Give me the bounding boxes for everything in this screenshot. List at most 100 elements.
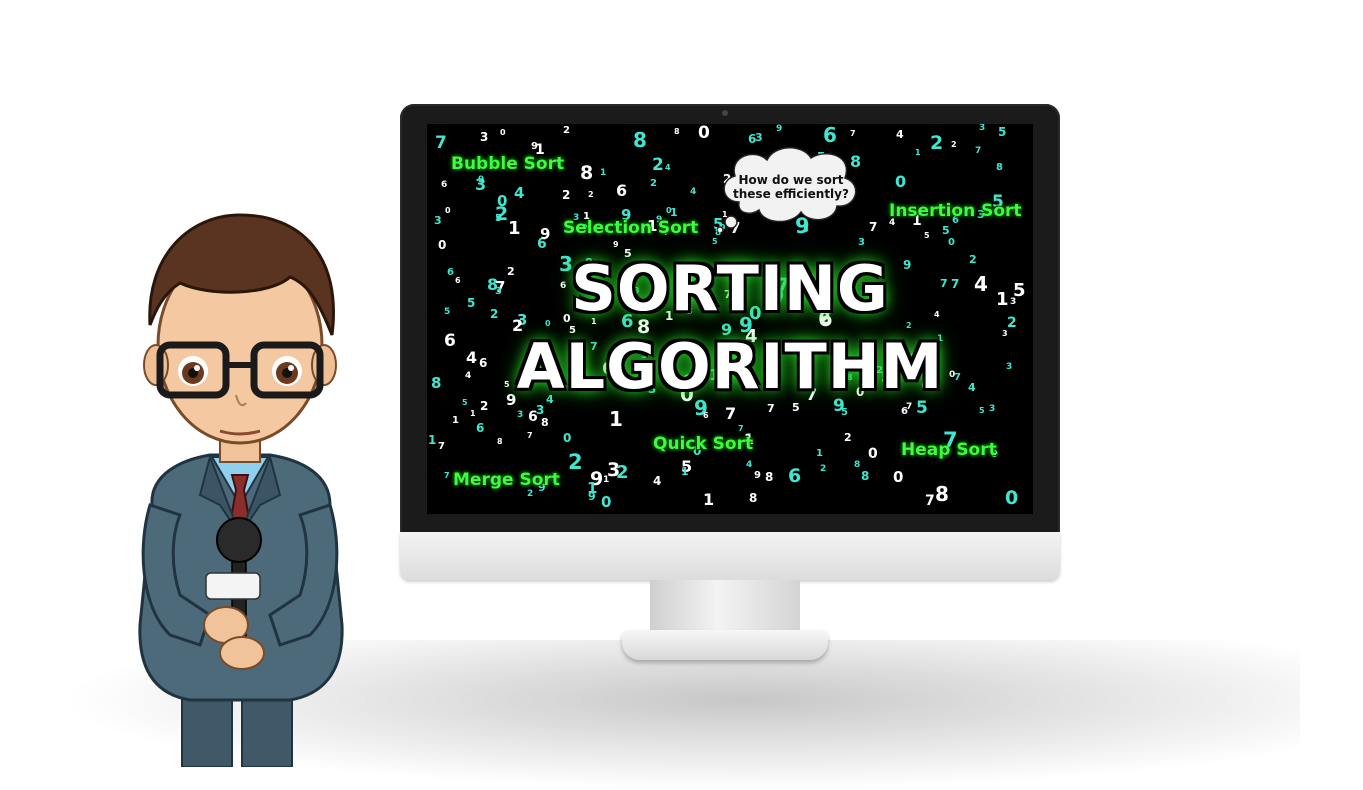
digit: 8 <box>861 469 870 483</box>
digit: 5 <box>998 125 1007 139</box>
digit: 1 <box>703 490 715 509</box>
digit: 2 <box>844 431 852 444</box>
digit: 0 <box>601 493 612 511</box>
digit: 8 <box>996 162 1003 173</box>
digit: 9 <box>613 240 619 249</box>
digit: 7 <box>925 493 935 509</box>
digit: 7 <box>767 402 775 415</box>
digit: 8 <box>935 482 949 506</box>
digit: 4 <box>653 474 662 488</box>
digit: 8 <box>633 128 647 152</box>
reporter-character-icon <box>138 213 344 767</box>
digit: 1 <box>681 465 689 478</box>
monitor-stand-base <box>622 630 828 660</box>
digit: 6 <box>901 406 908 417</box>
digit: 8 <box>854 460 861 470</box>
digit: 0 <box>893 468 904 486</box>
digit: 5 <box>792 401 800 414</box>
digit: 4 <box>896 128 904 141</box>
digit: 1 <box>452 415 459 426</box>
digit: 2 <box>568 450 583 474</box>
digit: 3 <box>517 410 524 420</box>
digit: 9 <box>588 490 596 503</box>
digit: 0 <box>698 124 710 143</box>
digit: 7 <box>869 220 878 234</box>
digit: 1 <box>603 475 610 485</box>
digit: 5 <box>979 406 985 415</box>
digit: 7 <box>527 431 533 440</box>
digit: 2 <box>951 140 957 149</box>
thought-bubble-text: How do we sort these efficiently? <box>733 173 849 201</box>
digit: 7 <box>738 424 744 433</box>
digit: 3 <box>480 130 489 144</box>
label-heap-sort: Heap Sort <box>901 440 997 460</box>
digit: 1 <box>600 168 607 178</box>
digit: 9 <box>754 470 761 481</box>
digit: 0 <box>1005 487 1019 509</box>
digit: 2 <box>527 489 534 499</box>
digit: 2 <box>495 203 509 225</box>
digit: 1 <box>670 206 678 219</box>
label-merge-sort: Merge Sort <box>453 470 560 490</box>
digit: 1 <box>816 448 823 459</box>
title-algorithm: ALGORITHM <box>516 330 944 403</box>
digit: 6 <box>476 421 485 435</box>
digit: 6 <box>441 180 448 190</box>
digit: 0 <box>948 237 955 248</box>
title-sorting: SORTING <box>571 252 889 325</box>
digit: 8 <box>674 127 680 136</box>
digit: 5 <box>712 237 718 246</box>
digit: 3 <box>989 404 996 414</box>
digit: 7 <box>850 129 856 138</box>
digit: 1 <box>609 407 623 431</box>
label-selection-sort: Selection Sort <box>563 218 699 238</box>
digit: 2 <box>650 178 657 189</box>
digit: 0 <box>895 172 907 191</box>
digit: 2 <box>563 125 570 136</box>
digit: 3 <box>858 237 865 248</box>
digit: 9 <box>776 124 783 134</box>
digit: 6 <box>616 181 628 200</box>
digit: 6 <box>528 409 538 425</box>
digit: 6 <box>788 465 802 487</box>
digit: 1 <box>915 148 921 157</box>
digit: 8 <box>497 437 503 446</box>
digit: 1 <box>428 433 437 447</box>
digit: 8 <box>749 491 758 505</box>
digit: 2 <box>616 462 629 483</box>
digit: 4 <box>514 184 525 202</box>
digit: 2 <box>588 190 594 199</box>
digit: 2 <box>562 188 571 202</box>
digit: 0 <box>868 446 878 462</box>
digit: 4 <box>690 187 697 197</box>
digit: 7 <box>444 471 450 480</box>
digit: 0 <box>563 431 572 445</box>
digit: 7 <box>435 133 447 153</box>
digit: 5 <box>924 231 930 240</box>
digit: 9 <box>540 225 551 243</box>
digit: 8 <box>765 470 774 484</box>
webcam-icon <box>722 110 728 116</box>
digit: 3 <box>475 175 487 194</box>
digit: 2 <box>652 155 664 175</box>
digit: 4 <box>746 460 753 470</box>
digit: 7 <box>725 404 737 423</box>
label-insertion-sort: Insertion Sort <box>889 201 1022 221</box>
digit: 5 <box>942 224 950 237</box>
digit: 8 <box>541 416 549 429</box>
digit: 0 <box>445 206 451 215</box>
digit: 2 <box>930 132 944 154</box>
digit: 6 <box>703 411 709 420</box>
digit: 1 <box>508 218 521 239</box>
digit: 5 <box>841 407 848 418</box>
digit: 4 <box>665 163 671 172</box>
digit: 0 <box>500 128 506 137</box>
digit: 1 <box>470 409 476 418</box>
digit: 3 <box>979 124 986 133</box>
digit: 7 <box>438 441 445 452</box>
label-quick-sort: Quick Sort <box>653 434 754 454</box>
digit: 2 <box>820 464 827 474</box>
monitor-chin <box>400 532 1060 580</box>
label-bubble-sort: Bubble Sort <box>451 154 565 174</box>
digit: 7 <box>975 146 982 156</box>
